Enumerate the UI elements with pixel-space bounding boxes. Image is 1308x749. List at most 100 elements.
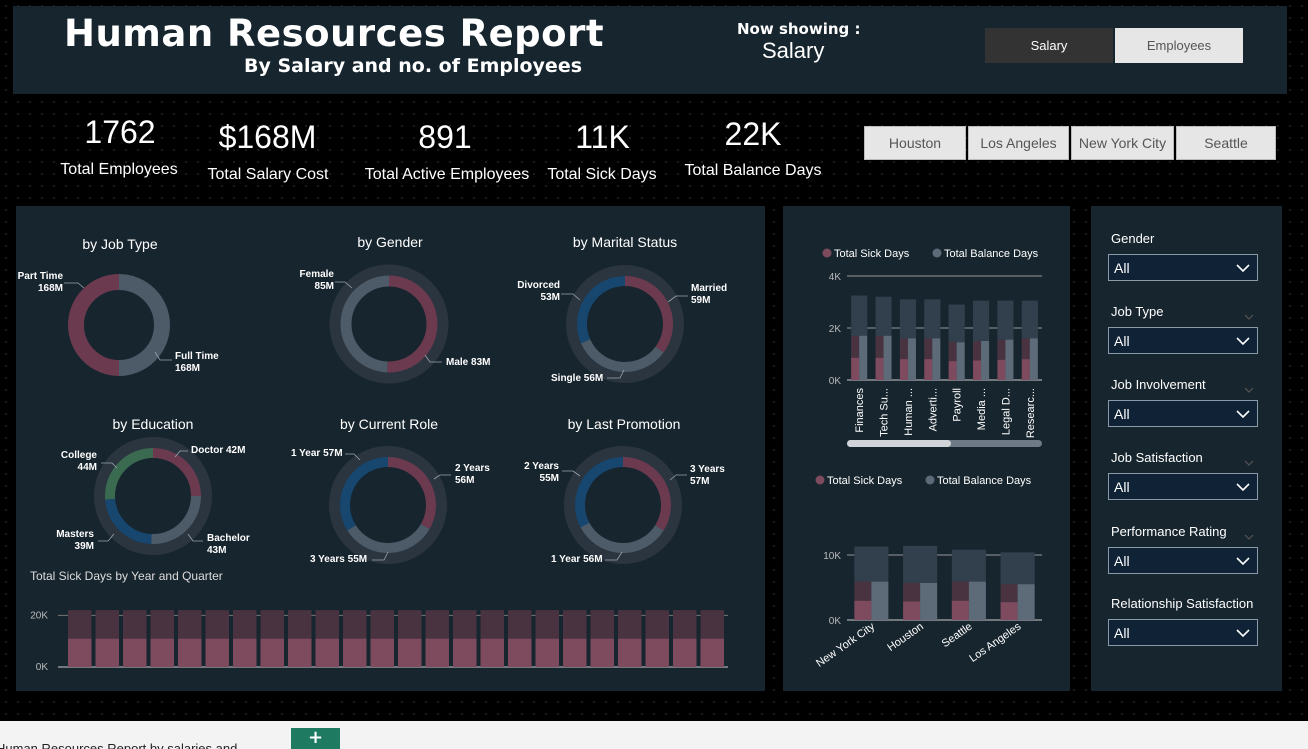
filter-label-job-involvement: Job Involvement xyxy=(1111,377,1206,392)
quarter-bar-lower xyxy=(645,638,669,667)
city-button-seattle[interactable]: Seattle xyxy=(1176,126,1276,160)
quarter-bar-lower xyxy=(205,638,229,667)
chart-scrollbar-thumb xyxy=(847,440,951,447)
category-label: Houston xyxy=(885,621,925,654)
balance-days-bar-fill xyxy=(981,341,990,380)
quarter-bar-upper xyxy=(480,610,504,639)
balance-days-bar-fill xyxy=(907,338,916,380)
sick-days-bar-fill xyxy=(951,600,969,620)
sick-days-quarter-title: Total Sick Days by Year and Quarter xyxy=(30,569,223,583)
page-tab-label[interactable]: Human Resources Report by salaries and .… xyxy=(0,741,252,749)
category-label: Media ... xyxy=(976,388,988,430)
quarter-bar-upper xyxy=(260,610,284,639)
quarter-bar-upper xyxy=(343,610,367,639)
current-role-donut-ring xyxy=(329,446,447,564)
sick-days-bar-fill xyxy=(1000,602,1018,620)
balance-days-bar-fill xyxy=(883,335,892,380)
filter-dropdown-job-type[interactable]: All xyxy=(1108,327,1258,354)
quarter-bar-upper xyxy=(178,610,202,639)
filter-value: All xyxy=(1114,332,1130,349)
job-type-full-time-label: Full Time 168M xyxy=(175,351,219,374)
quarter-bar-lower xyxy=(260,638,284,667)
filter-dropdown-gender[interactable]: All xyxy=(1108,254,1258,281)
quarter-bar-upper xyxy=(563,610,587,639)
balance-days-bar-top xyxy=(1000,552,1035,585)
category-label: Payroll xyxy=(952,388,964,422)
quarter-bar-upper xyxy=(370,610,394,639)
sick-days-bar-fill xyxy=(854,600,872,620)
quarter-bar-upper xyxy=(508,610,532,639)
marital-single-label: Single 56M xyxy=(551,373,604,384)
category-label: Adverti... xyxy=(927,388,939,431)
quarter-bar-upper xyxy=(123,610,147,639)
sick-days-bar-fill xyxy=(1021,359,1030,380)
sick-days-bar-fill xyxy=(948,361,957,380)
category-label: Legal D... xyxy=(1000,388,1012,435)
quarter-bar-upper xyxy=(315,610,339,639)
filter-collapse-chevron-icon[interactable] xyxy=(1244,306,1254,325)
quarter-bar-upper xyxy=(673,610,697,639)
filter-dropdown-job-involvement[interactable]: All xyxy=(1108,400,1258,427)
job-type-part-time-label: Part Time 168M xyxy=(17,271,63,294)
quarter-bar-lower xyxy=(535,638,559,667)
city-button-los-angeles[interactable]: Los Angeles xyxy=(968,126,1069,160)
category-label: Human ... xyxy=(903,388,915,436)
quarter-bar-lower xyxy=(673,638,697,667)
quarter-bar-lower xyxy=(288,638,312,667)
ytick-label: 0K xyxy=(829,616,842,627)
quarter-bar-lower xyxy=(425,638,449,667)
city-button-houston[interactable]: Houston xyxy=(864,126,966,160)
quarter-bar-lower xyxy=(508,638,532,667)
filter-dropdown-job-satisfaction[interactable]: All xyxy=(1108,473,1258,500)
gender-slice-male xyxy=(340,275,390,373)
category-label: New York City xyxy=(814,620,877,669)
city-button-new-york-city[interactable]: New York City xyxy=(1071,126,1174,160)
chevron-down-icon xyxy=(1235,333,1251,349)
balance-days-bar-fill xyxy=(932,338,941,380)
education-donut-ring xyxy=(94,437,212,555)
balance-days-bar-top xyxy=(903,545,938,583)
category-label: Tech Su... xyxy=(879,388,891,437)
legend-label: Total Balance Days xyxy=(937,475,1032,487)
chevron-down-icon xyxy=(1235,479,1251,495)
quarter-bar-upper xyxy=(398,610,422,639)
last-promotion-slice-1-year xyxy=(580,522,664,553)
chevron-down-icon xyxy=(1235,553,1251,569)
filter-dropdown-relationship-satisfaction[interactable]: All xyxy=(1108,619,1258,646)
chevron-down-icon xyxy=(1235,625,1251,641)
last-promotion-donut-ring xyxy=(564,446,682,564)
filter-collapse-chevron-icon[interactable] xyxy=(1244,526,1254,545)
job-type-slice-full-time xyxy=(68,274,120,376)
balance-days-bar-top xyxy=(1021,300,1038,339)
filter-dropdown-performance-rating[interactable]: All xyxy=(1108,547,1258,574)
ytick-label: 4K xyxy=(829,272,842,283)
filter-label-job-satisfaction: Job Satisfaction xyxy=(1111,450,1203,465)
quarter-bar-lower xyxy=(123,638,147,667)
quarter-bar-upper xyxy=(205,610,229,639)
balance-days-bar-fill xyxy=(871,581,889,620)
education-bachelor-label: Bachelor 43M xyxy=(207,533,250,556)
filter-collapse-chevron-icon[interactable] xyxy=(1244,452,1254,471)
ytick-label: 2K xyxy=(829,324,842,335)
quarter-bar-upper xyxy=(68,610,92,639)
gender-donut-ring xyxy=(329,264,449,384)
legend-label: Total Balance Days xyxy=(944,248,1039,260)
marital-married-label: Married 59M xyxy=(691,283,728,306)
chevron-down-icon xyxy=(1235,260,1251,276)
quarter-bar-lower xyxy=(618,638,642,667)
add-page-button[interactable]: + xyxy=(291,728,340,749)
sick-days-bar-fill xyxy=(924,359,933,380)
sick-days-bar-fill xyxy=(903,601,921,620)
quarter-bar-upper xyxy=(288,610,312,639)
quarter-ytick-20k: 20K xyxy=(30,610,48,621)
sick-days-bar-fill xyxy=(997,359,1006,380)
quarter-bar-upper xyxy=(645,610,669,639)
quarter-bar-upper xyxy=(590,610,614,639)
category-label: Finances xyxy=(854,388,866,433)
balance-days-bar-top xyxy=(951,549,986,582)
sick-days-bar-fill xyxy=(875,357,884,380)
salary-toggle-button[interactable]: Salary xyxy=(985,28,1113,63)
balance-days-bar-fill xyxy=(968,581,986,620)
filter-collapse-chevron-icon[interactable] xyxy=(1244,379,1254,398)
employees-toggle-button[interactable]: Employees xyxy=(1115,28,1243,63)
